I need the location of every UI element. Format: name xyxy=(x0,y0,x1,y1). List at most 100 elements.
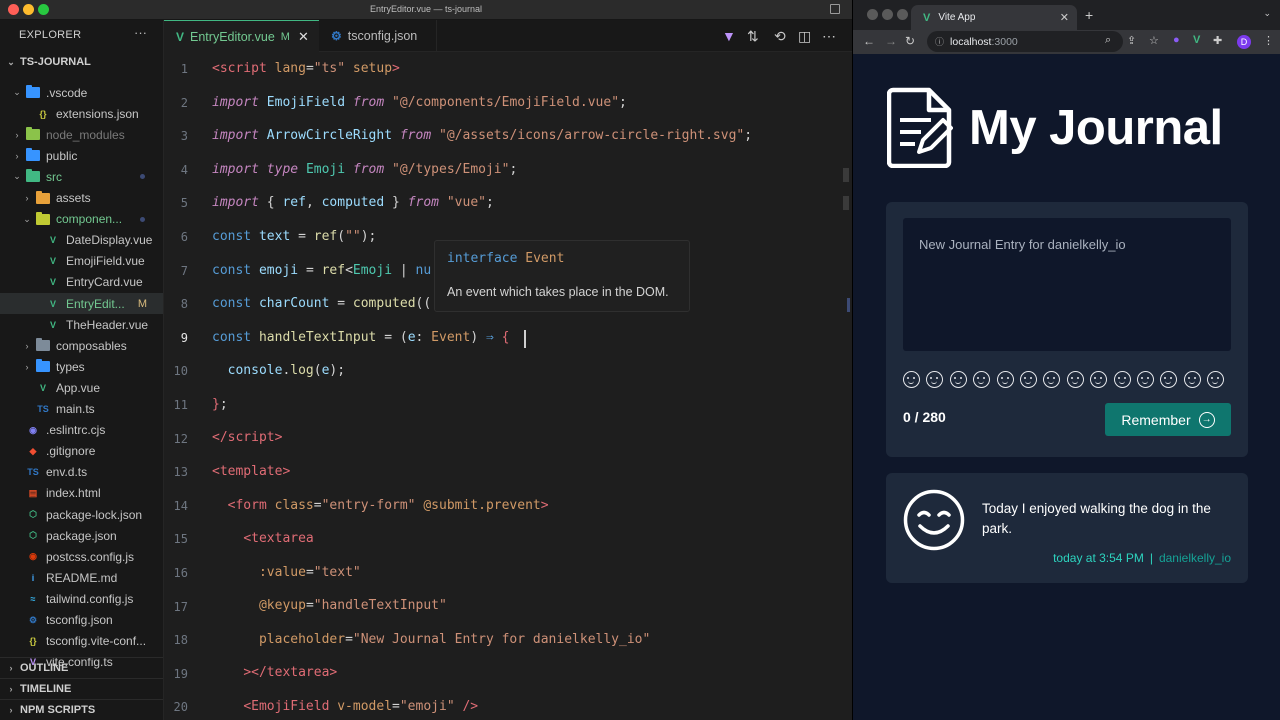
tree-item[interactable]: ⌄ .vscode xyxy=(0,82,163,103)
tree-item[interactable]: ⬡ package.json xyxy=(0,525,163,546)
emoji-option-icon[interactable] xyxy=(903,371,920,388)
open-changes-icon[interactable]: ⟲ xyxy=(774,28,786,45)
tree-item[interactable]: ▤ index.html xyxy=(0,483,163,504)
more-actions-icon[interactable]: ⋯ xyxy=(822,28,836,45)
browser-toolbar: ← → ↻ ⓘ localhost:3000 ⌕ ⇪ ☆ ● V ✚ D ⋮ xyxy=(853,30,1280,54)
more-actions-button[interactable]: ··· xyxy=(134,25,147,40)
tree-item[interactable]: {} extensions.json xyxy=(0,103,163,124)
journal-entry-textarea[interactable] xyxy=(903,218,1231,351)
tree-item-label: composables xyxy=(56,338,127,353)
tab-entryeditor-vue[interactable]: V EntryEditor.vue M ✕ xyxy=(164,20,319,52)
journal-entry-meta: today at 3:54 PM | danielkelly_io xyxy=(1053,551,1231,565)
journal-entry-card: Today I enjoyed walking the dog in the p… xyxy=(886,473,1248,583)
tree-item-label: App.vue xyxy=(56,380,101,395)
tree-item[interactable]: ⚙ tsconfig.json xyxy=(0,610,163,631)
close-icon[interactable]: ✕ xyxy=(298,29,309,45)
emoji-option-icon[interactable] xyxy=(973,371,991,388)
emoji-option-icon[interactable] xyxy=(1160,371,1178,388)
tree-item[interactable]: i README.md xyxy=(0,567,163,588)
url-host: localhost xyxy=(950,35,992,48)
panel-npm-scripts[interactable]: › NPM SCRIPTS xyxy=(0,699,163,720)
back-button[interactable]: ← xyxy=(863,34,875,48)
split-editor-icon[interactable]: ◫ xyxy=(798,28,811,45)
tree-item[interactable]: V EmojiField.vue xyxy=(0,251,163,272)
tab-label: tsconfig.json xyxy=(347,29,418,43)
tree-item[interactable]: TS main.ts xyxy=(0,399,163,420)
emoji-option-icon[interactable] xyxy=(1207,371,1225,388)
char-count: 0 / 280 xyxy=(903,409,946,425)
explorer-title: EXPLORER xyxy=(19,29,82,41)
panel-timeline[interactable]: › TIMELINE xyxy=(0,678,163,699)
emoji-option-icon[interactable] xyxy=(1113,371,1131,388)
emoji-option-icon[interactable] xyxy=(949,371,967,388)
extension-icon[interactable]: ● xyxy=(1173,34,1180,46)
tree-item[interactable]: ⌄ src xyxy=(0,166,163,187)
extensions-puzzle-icon[interactable]: ✚ xyxy=(1213,34,1222,47)
remember-button[interactable]: Remember → xyxy=(1105,403,1231,436)
tree-item[interactable]: › types xyxy=(0,356,163,377)
tree-item[interactable]: V App.vue xyxy=(0,377,163,398)
reload-button[interactable]: ↻ xyxy=(905,34,915,48)
tree-item[interactable]: {} tsconfig.vite-conf... xyxy=(0,631,163,652)
tree-item[interactable]: › assets xyxy=(0,188,163,209)
maximize-window-button[interactable] xyxy=(897,9,908,20)
tree-item[interactable]: ≈ tailwind.config.js xyxy=(0,588,163,609)
chevron-down-icon[interactable]: ⌄ xyxy=(1263,8,1271,19)
vue-devtools-icon[interactable]: V xyxy=(1193,34,1200,46)
share-icon[interactable]: ⇪ xyxy=(1127,34,1136,47)
tsconfig-file-icon: ⚙ xyxy=(28,614,38,625)
emoji-option-icon[interactable] xyxy=(1136,371,1154,388)
emoji-option-icon[interactable] xyxy=(996,371,1014,388)
tree-item[interactable]: › public xyxy=(0,145,163,166)
panel-label: TIMELINE xyxy=(20,683,72,695)
emoji-option-icon[interactable] xyxy=(1066,371,1084,388)
emoji-option-icon[interactable] xyxy=(1183,371,1201,388)
tree-item[interactable]: TS env.d.ts xyxy=(0,462,163,483)
scrollbar-thumb[interactable] xyxy=(847,298,850,312)
tree-item[interactable]: › composables xyxy=(0,335,163,356)
tree-item[interactable]: V EntryCard.vue xyxy=(0,272,163,293)
git-file-icon: ◆ xyxy=(29,445,37,456)
close-icon[interactable]: ✕ xyxy=(1060,11,1069,24)
emoji-option-icon[interactable] xyxy=(926,371,944,388)
code-line-20: <EmojiField v-model="emoji" /> xyxy=(243,699,479,714)
vscode-window: EntryEditor.vue — ts-journal EXPLORER ··… xyxy=(0,0,852,720)
layout-icon[interactable] xyxy=(830,4,840,14)
new-tab-button[interactable]: + xyxy=(1085,7,1093,23)
vue-file-icon: V xyxy=(49,298,56,309)
profile-avatar[interactable]: D xyxy=(1237,35,1251,49)
emoji-option-icon[interactable] xyxy=(1043,371,1061,388)
tab-tsconfig-json[interactable]: ⚙ tsconfig.json xyxy=(319,20,437,52)
vite-icon[interactable]: ▼ xyxy=(722,28,736,44)
tree-item[interactable]: V EntryEdit... M xyxy=(0,293,163,314)
forward-button[interactable]: → xyxy=(885,34,897,48)
tree-item[interactable]: ⌄ componen... xyxy=(0,209,163,230)
browser-menu-icon[interactable]: ⋮ xyxy=(1263,34,1274,47)
changes-dot xyxy=(140,174,145,180)
minimize-window-button[interactable] xyxy=(882,9,893,20)
browser-tab[interactable]: V Vite App ✕ xyxy=(911,5,1077,30)
tree-item-label: extensions.json xyxy=(56,106,139,121)
tree-item[interactable]: › node_modules xyxy=(0,124,163,145)
tree-item[interactable]: ◆ .gitignore xyxy=(0,441,163,462)
panel-outline[interactable]: › OUTLINE xyxy=(0,657,163,678)
emoji-option-icon[interactable] xyxy=(1019,371,1037,388)
tree-item-label: .eslintrc.cjs xyxy=(46,423,106,438)
line-number: 15 xyxy=(173,532,188,547)
vue-file-icon: V xyxy=(49,235,56,246)
tree-item[interactable]: ◉ .eslintrc.cjs xyxy=(0,420,163,441)
tree-item[interactable]: ⬡ package-lock.json xyxy=(0,504,163,525)
site-info-icon[interactable]: ⓘ xyxy=(935,35,944,48)
tree-item[interactable]: ◉ postcss.config.js xyxy=(0,546,163,567)
source-control-compare-icon[interactable]: ⇅ xyxy=(747,28,759,45)
zoom-icon[interactable]: ⌕ xyxy=(1105,34,1111,47)
bookmark-star-icon[interactable]: ☆ xyxy=(1149,34,1159,47)
smiling-face-icon xyxy=(903,489,965,551)
address-bar[interactable]: ⓘ localhost:3000 xyxy=(927,31,1123,52)
tree-item[interactable]: V DateDisplay.vue xyxy=(0,230,163,251)
project-folder-header[interactable]: ⌄ TS-JOURNAL xyxy=(6,56,91,68)
tree-item[interactable]: V TheHeader.vue xyxy=(0,314,163,335)
emoji-option-icon[interactable] xyxy=(1090,371,1108,388)
close-window-button[interactable] xyxy=(867,9,878,20)
tree-item-label: tailwind.config.js xyxy=(46,591,134,606)
